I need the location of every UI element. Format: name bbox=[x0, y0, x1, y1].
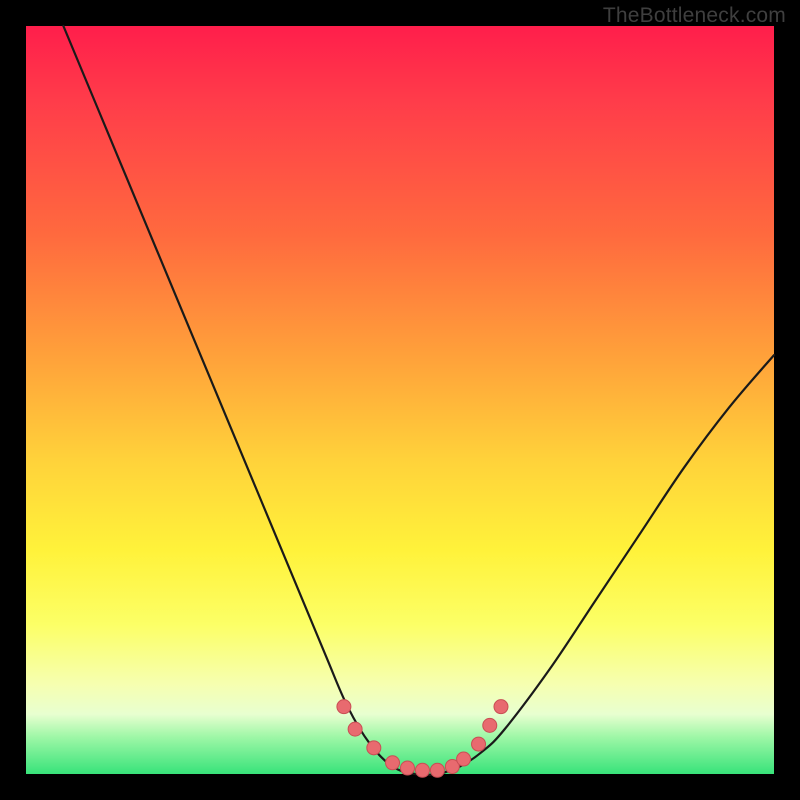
curve-marker bbox=[415, 763, 429, 777]
curve-marker bbox=[472, 737, 486, 751]
curve-marker bbox=[337, 700, 351, 714]
curve-marker bbox=[400, 761, 414, 775]
curve-marker bbox=[430, 763, 444, 777]
watermark-text: TheBottleneck.com bbox=[603, 4, 786, 28]
curve-marker bbox=[457, 752, 471, 766]
curve-marker bbox=[483, 718, 497, 732]
curve-marker bbox=[386, 756, 400, 770]
curve-svg bbox=[26, 26, 774, 774]
curve-marker bbox=[367, 741, 381, 755]
bottleneck-curve bbox=[63, 26, 774, 775]
curve-marker bbox=[348, 722, 362, 736]
curve-marker bbox=[494, 700, 508, 714]
marker-group bbox=[337, 700, 508, 778]
chart-frame: TheBottleneck.com bbox=[0, 0, 800, 800]
